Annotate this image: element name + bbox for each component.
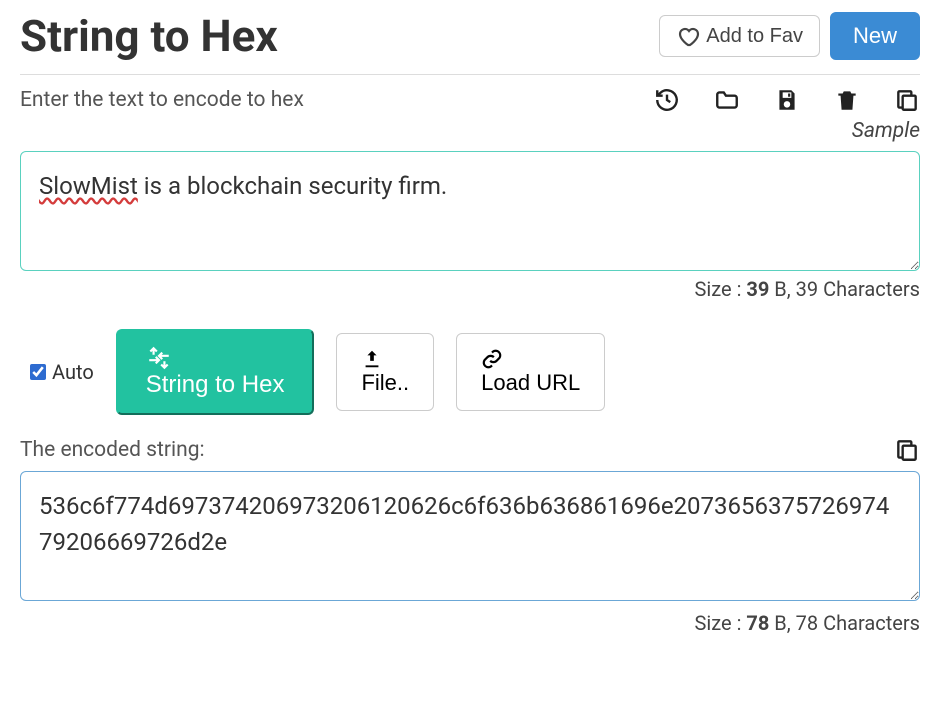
output-header: The encoded string: <box>20 437 920 463</box>
new-button[interactable]: New <box>830 12 920 60</box>
auto-checkbox-wrapper[interactable]: Auto <box>30 360 94 384</box>
save-icon[interactable] <box>774 87 800 113</box>
sample-link[interactable]: Sample <box>20 119 920 143</box>
copy-output-icon[interactable] <box>894 437 920 463</box>
input-toolbar: Enter the text to encode to hex <box>20 87 920 113</box>
load-url-button[interactable]: Load URL <box>456 333 605 411</box>
output-textarea[interactable] <box>20 471 920 601</box>
auto-label: Auto <box>52 360 94 384</box>
output-label: The encoded string: <box>20 438 205 462</box>
convert-label: String to Hex <box>146 371 285 398</box>
size-b-unit-out: B, <box>769 611 795 635</box>
load-url-label: Load URL <box>481 370 580 395</box>
new-label: New <box>853 23 897 49</box>
upload-icon <box>361 348 409 370</box>
input-spelled-word: SlowMist <box>39 172 138 200</box>
link-icon <box>481 348 580 370</box>
size-chars-unit-out: Characters <box>818 611 920 635</box>
input-size-chars: 39 <box>796 277 818 301</box>
size-b-unit: B, <box>769 277 795 301</box>
input-size-bytes: 39 <box>746 277 769 301</box>
add-to-fav-label: Add to Fav <box>706 25 803 48</box>
copy-icon[interactable] <box>894 87 920 113</box>
size-chars-unit: Characters <box>818 277 920 301</box>
file-button[interactable]: File.. <box>336 333 434 411</box>
heart-icon <box>676 24 700 48</box>
size-prefix: Size : <box>695 277 747 301</box>
transform-icon <box>146 345 285 371</box>
auto-checkbox[interactable] <box>30 364 46 380</box>
header-actions: Add to Fav New <box>659 12 920 60</box>
input-textarea[interactable]: SlowMist is a blockchain security firm. <box>20 151 920 271</box>
output-size-info: Size : 78 B, 78 Characters <box>20 611 920 635</box>
header: String to Hex Add to Fav New <box>20 10 920 75</box>
output-size-bytes: 78 <box>746 611 769 635</box>
add-to-fav-button[interactable]: Add to Fav <box>659 15 820 57</box>
trash-icon[interactable] <box>834 87 860 113</box>
file-label: File.. <box>361 370 409 395</box>
convert-button[interactable]: String to Hex <box>116 329 315 415</box>
folder-icon[interactable] <box>714 87 740 113</box>
output-size-chars: 78 <box>796 611 818 635</box>
history-icon[interactable] <box>654 87 680 113</box>
input-size-info: Size : 39 B, 39 Characters <box>20 277 920 301</box>
size-prefix-out: Size : <box>695 611 747 635</box>
action-row: Auto String to Hex File.. Load URL <box>30 329 920 415</box>
input-icon-row <box>654 87 920 113</box>
input-instruction: Enter the text to encode to hex <box>20 88 304 112</box>
input-rest-text: is a blockchain security firm. <box>138 172 447 200</box>
page-title: String to Hex <box>20 10 278 62</box>
